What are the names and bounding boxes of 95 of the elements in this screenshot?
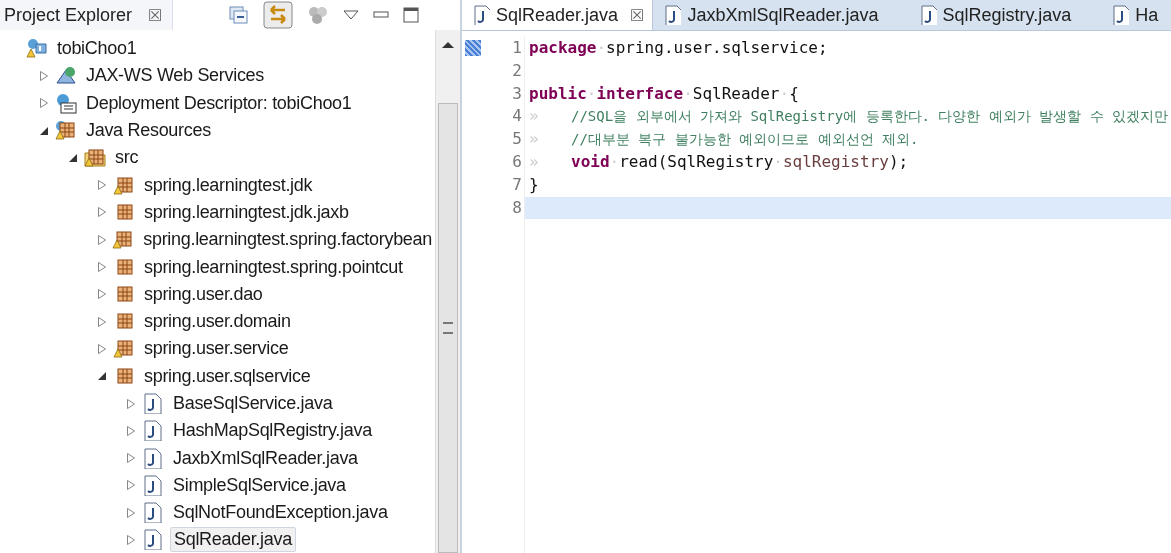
collapsed-arrow-icon[interactable] xyxy=(97,261,107,273)
whitespace-mark: · xyxy=(596,38,607,57)
tree-item[interactable]: Deployment Descriptor: tobiChoo1 xyxy=(83,91,355,115)
tab-mark: » xyxy=(529,151,540,173)
collapsed-arrow-icon[interactable] xyxy=(126,479,136,492)
expanded-arrow-icon[interactable] xyxy=(97,371,107,382)
scrollbar-thumb[interactable] xyxy=(438,103,458,553)
whitespace-mark: · xyxy=(773,152,783,171)
collapse-all-icon[interactable] xyxy=(229,6,250,24)
java-file-icon xyxy=(142,393,164,414)
tab-mark: » xyxy=(529,105,540,128)
tree-item[interactable]: tobiChoo1 xyxy=(54,37,140,61)
line-number: 6 xyxy=(511,151,523,173)
java-file-icon xyxy=(472,5,490,25)
code-comment: //SQL을 외부에서 가져와 SqlRegistry에 등록한다. 다양한 예외가 발생할 수 있겠지만 xyxy=(571,108,1169,125)
whitespace-mark: · xyxy=(586,83,597,103)
code-keyword: interface xyxy=(596,83,684,103)
collapsed-arrow-icon[interactable] xyxy=(126,424,136,437)
code-keyword: void xyxy=(571,152,610,171)
line-number: 8 xyxy=(511,196,523,219)
collapsed-arrow-icon[interactable] xyxy=(96,233,107,246)
tree-item[interactable]: spring.user.dao xyxy=(141,282,266,306)
whitespace-mark: · xyxy=(779,83,790,103)
code-keyword: public xyxy=(529,83,587,103)
tab-mark: » xyxy=(529,128,540,151)
java-file-icon xyxy=(1111,5,1130,25)
code-text: } xyxy=(529,174,539,194)
code-text: spring.user.sqlservice; xyxy=(606,38,828,57)
code-text: read(SqlRegistry xyxy=(619,152,774,171)
code-text: ); xyxy=(888,152,909,171)
tree-item[interactable]: spring.learningtest.jdk.jaxb xyxy=(141,200,352,224)
java-file-icon xyxy=(142,529,164,551)
editor-tab[interactable]: Ha xyxy=(1101,0,1171,30)
collapsed-arrow-icon[interactable] xyxy=(39,69,49,82)
code-comment: //대부분 복구 불가능한 예외이므로 예외선언 제외. xyxy=(571,131,919,148)
descriptor-icon xyxy=(55,92,77,114)
scroll-up-icon[interactable] xyxy=(442,42,454,48)
java-file-icon xyxy=(142,420,164,442)
collapsed-arrow-icon[interactable] xyxy=(97,342,107,355)
tree-item[interactable]: JAX-WS Web Services xyxy=(83,64,267,88)
scrollbar[interactable] xyxy=(435,30,460,553)
tree-item[interactable]: SimpleSqlService.java xyxy=(170,473,349,497)
view-menu-icon[interactable] xyxy=(343,10,360,20)
line-number: 3 xyxy=(511,82,523,105)
tree-item[interactable]: spring.user.service xyxy=(141,337,292,361)
collapsed-arrow-icon[interactable] xyxy=(97,315,107,328)
view-title[interactable]: Project Explorer xyxy=(4,4,133,26)
line-number: 7 xyxy=(511,173,523,196)
whitespace-mark: · xyxy=(609,152,620,171)
collapsed-arrow-icon[interactable] xyxy=(126,452,136,465)
tree-item[interactable]: spring.learningtest.jdk xyxy=(141,173,316,197)
tree-item[interactable]: spring.user.sqlservice xyxy=(141,364,314,388)
globe-icon xyxy=(55,65,77,87)
expanded-arrow-icon[interactable] xyxy=(39,125,49,136)
editor-tab[interactable]: SqlRegistry.java xyxy=(908,0,1102,30)
java-file-icon xyxy=(142,502,164,524)
minimize-icon[interactable] xyxy=(373,11,390,19)
link-editor-icon[interactable] xyxy=(263,1,294,29)
circles-icon[interactable] xyxy=(307,5,330,25)
editor-tab[interactable]: SqlReader.java ☒ xyxy=(462,0,654,30)
line-number: 1 xyxy=(511,37,523,59)
java-file-icon xyxy=(142,447,164,469)
collapsed-arrow-icon[interactable] xyxy=(97,179,107,192)
line-number: 4 xyxy=(511,105,523,128)
close-icon[interactable]: ☒ xyxy=(630,5,645,25)
java-file-icon xyxy=(918,5,937,25)
line-number: 5 xyxy=(511,128,523,151)
maximize-icon[interactable] xyxy=(403,7,420,23)
collapsed-arrow-icon[interactable] xyxy=(126,534,136,546)
code-parameter: sqlRegistry xyxy=(782,152,889,171)
tree-item[interactable]: HashMapSqlRegistry.java xyxy=(170,419,375,443)
tree-item[interactable]: JaxbXmlSqlReader.java xyxy=(170,446,361,470)
collapsed-arrow-icon[interactable] xyxy=(126,506,136,519)
collapsed-arrow-icon[interactable] xyxy=(126,397,136,410)
collapsed-arrow-icon[interactable] xyxy=(97,206,107,219)
tree-item[interactable]: BaseSqlService.java xyxy=(170,392,336,415)
tree-item[interactable]: spring.user.domain xyxy=(141,310,294,334)
whitespace-mark: · xyxy=(683,83,693,103)
editor-tab[interactable]: JaxbXmlSqlReader.java xyxy=(653,0,909,30)
code-text: { xyxy=(789,83,799,103)
tree-item[interactable]: spring.learningtest.spring.factorybean xyxy=(140,228,435,252)
tree-item[interactable]: spring.learningtest.spring.pointcut xyxy=(141,255,406,279)
close-icon[interactable]: ☒ xyxy=(148,5,163,25)
line-number: 2 xyxy=(511,59,523,82)
code-text: SqlReader xyxy=(692,83,780,103)
collapsed-arrow-icon[interactable] xyxy=(97,288,107,301)
tree-item[interactable]: src xyxy=(112,146,142,170)
code-keyword: package xyxy=(529,38,597,57)
tree-item[interactable]: SqlNotFoundException.java xyxy=(170,501,391,525)
java-file-icon xyxy=(142,474,164,496)
tree-item[interactable]: SqlReader.java xyxy=(170,527,296,553)
java-file-icon xyxy=(663,5,682,25)
tree-item[interactable]: Java Resources xyxy=(83,119,214,143)
expanded-arrow-icon[interactable] xyxy=(68,152,78,163)
collapsed-arrow-icon[interactable] xyxy=(39,97,49,110)
